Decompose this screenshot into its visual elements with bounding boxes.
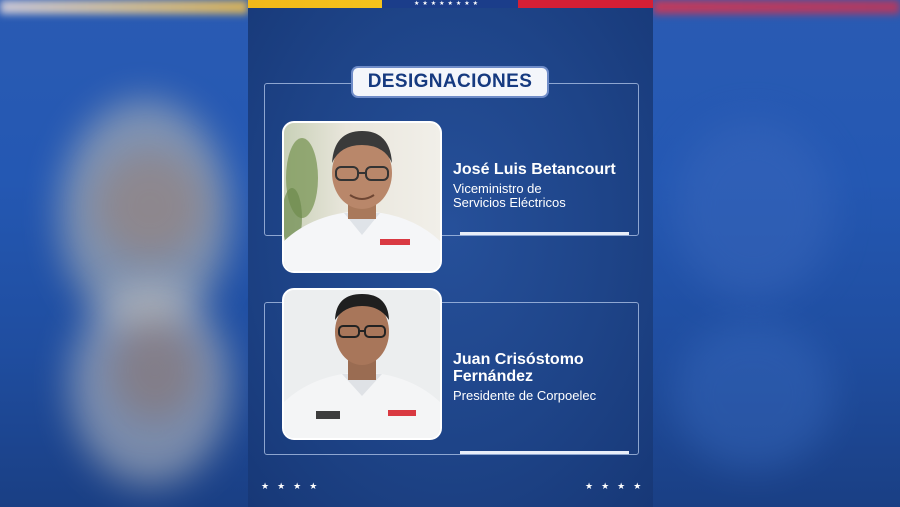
blurred-face-shape (110, 320, 200, 420)
blurred-face-shape (95, 150, 205, 260)
card-underline-1 (460, 232, 629, 235)
person-role-2: Presidente de Corpoelec (453, 388, 597, 403)
blurred-card-shape (673, 320, 833, 470)
footer-stars-left: ★★★★ (261, 481, 326, 491)
portrait-illustration-1 (284, 131, 440, 271)
portrait-photo-2 (282, 288, 442, 440)
blurred-card-shape (673, 120, 833, 300)
page-title: DESIGNACIONES (353, 68, 547, 96)
flag-stripe-red (518, 0, 653, 8)
flag-stars: ★★★★★★★★ (414, 1, 482, 7)
card-underline-2 (460, 451, 629, 454)
flag-stripe-yellow (248, 0, 382, 8)
blurred-background-left (0, 0, 248, 507)
portrait-illustration-2 (284, 294, 440, 438)
designations-graphic: ★★★★★★★★ DESIGNACIONES José Luis Betanco… (248, 0, 653, 507)
blurred-flag-strip (0, 0, 248, 14)
portrait-photo-1 (282, 121, 442, 273)
blurred-flag-strip (653, 0, 900, 14)
person-name-1: José Luis Betancourt (453, 161, 616, 178)
person-name-2-line2: Fernández (453, 368, 534, 385)
person-role-1-line2: Servicios Eléctricos (453, 195, 566, 210)
footer-stars-right: ★★★★ (585, 481, 650, 491)
blurred-background-right (653, 0, 900, 507)
